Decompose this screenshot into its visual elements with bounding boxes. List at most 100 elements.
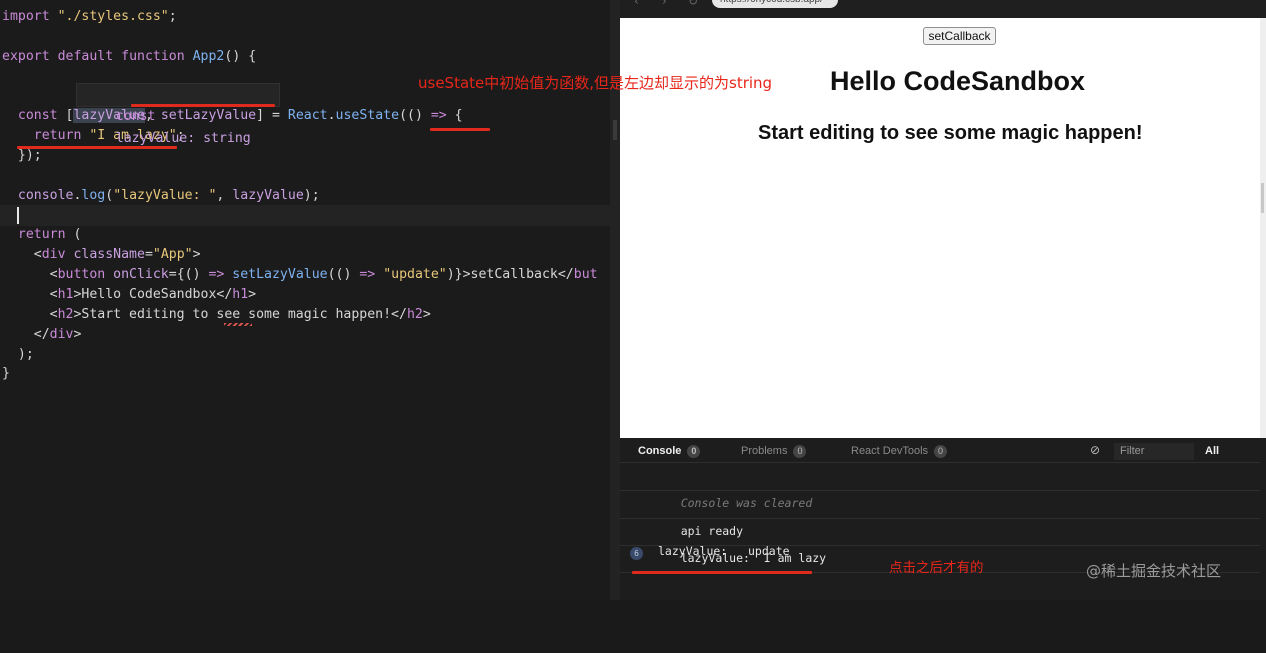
back-icon[interactable]: ‹ <box>634 0 639 8</box>
tab-console-label: Console <box>638 445 682 457</box>
log-level-select[interactable]: All <box>1205 445 1219 457</box>
tab-react-devtools[interactable]: React DevTools 0 <box>851 445 948 458</box>
code-line[interactable]: }); <box>2 146 42 166</box>
code-token: > <box>73 327 82 342</box>
code-line[interactable]: <h1>Hello CodeSandbox</h1> <box>2 285 256 305</box>
code-line[interactable]: </div> <box>2 325 82 345</box>
code-token: setLazyValue <box>160 108 257 123</box>
code-token: => <box>359 267 376 282</box>
code-token: onClick <box>113 267 169 282</box>
code-token: > <box>248 287 257 302</box>
code-line[interactable]: <div className="App"> <box>2 245 201 265</box>
code-token: , <box>216 188 233 203</box>
set-callback-button[interactable]: setCallback <box>923 27 996 45</box>
refresh-icon[interactable]: ↻ <box>688 0 698 8</box>
tooltip-keyword: const <box>115 109 156 124</box>
code-token: > <box>192 247 201 262</box>
code-line[interactable]: ); <box>2 345 34 365</box>
code-token: className <box>73 247 145 262</box>
code-token: console <box>17 188 74 203</box>
tab-console[interactable]: Console 0 <box>638 445 701 458</box>
code-token: }); <box>2 148 42 163</box>
code-token: setLazyValue <box>232 267 328 282</box>
code-token: h2 <box>57 307 74 322</box>
code-token: ] = <box>256 108 288 123</box>
code-token: div <box>41 247 66 262</box>
code-token: h1 <box>57 287 74 302</box>
code-line[interactable]: const [lazyValue, setLazyValue] = React.… <box>2 106 463 126</box>
code-token: ); <box>2 347 34 362</box>
code-token: => <box>208 267 225 282</box>
code-token: return <box>33 128 82 143</box>
code-token: export <box>2 49 50 64</box>
code-token: "App" <box>152 247 193 262</box>
code-token: => <box>430 108 447 123</box>
code-line[interactable]: <button onClick={() => setLazyValue(() =… <box>2 265 598 285</box>
code-token: button <box>57 267 106 282</box>
repeat-count-badge: 6 <box>630 547 643 560</box>
code-token: )}>setCallback</ <box>446 267 574 282</box>
filter-input[interactable]: Filter <box>1114 443 1194 460</box>
code-token: but <box>573 267 598 282</box>
code-token: div <box>49 327 74 342</box>
code-token: . <box>327 108 336 123</box>
tab-react-devtools-count: 0 <box>934 445 948 458</box>
text-cursor <box>17 207 19 224</box>
code-token: h1 <box>232 287 249 302</box>
code-token: lazyValue <box>232 188 304 203</box>
code-token: </ <box>2 327 50 342</box>
code-line[interactable]: console.log("lazyValue: ", lazyValue); <box>2 186 320 206</box>
tab-problems[interactable]: Problems 0 <box>741 445 807 458</box>
tab-problems-label: Problems <box>741 445 788 457</box>
code-line[interactable]: <h2>Start editing to see some magic happ… <box>2 305 431 325</box>
code-token: > <box>422 307 431 322</box>
annotation-underline-type <box>131 104 275 107</box>
code-token: (() <box>327 267 360 282</box>
code-token: [ <box>57 108 74 123</box>
code-token: h2 <box>406 307 423 322</box>
code-line[interactable]: return ( <box>2 225 82 245</box>
annotation-underline-update <box>632 571 812 574</box>
preview-scroll-thumb[interactable] <box>1261 183 1264 213</box>
code-token: ={() <box>168 267 209 282</box>
code-token: ( <box>65 227 82 242</box>
code-token: (() <box>399 108 431 123</box>
code-token: } <box>2 366 10 381</box>
preview-scrollbar[interactable] <box>1260 18 1266 438</box>
code-token: App2 <box>192 49 225 64</box>
spell-check-squiggle <box>224 323 252 326</box>
code-token: >Hello CodeSandbox</ <box>73 287 233 302</box>
browser-toolbar: ‹ › ↻ https://6nyc0d.csb.app/ <box>620 0 1266 18</box>
address-bar[interactable]: https://6nyc0d.csb.app/ <box>712 0 838 8</box>
console-row-text: lazyValue: update <box>658 544 790 558</box>
code-token: < <box>2 307 58 322</box>
code-token: { <box>446 108 463 123</box>
annotation-underline-arrow <box>430 128 490 131</box>
preview-heading: Hello CodeSandbox <box>830 66 1086 96</box>
divider-handle[interactable] <box>613 120 617 140</box>
code-line[interactable]: import "./styles.css"; <box>2 7 177 27</box>
clear-console-icon[interactable]: ⊘ <box>1090 443 1100 457</box>
code-token: import <box>2 9 50 24</box>
tab-problems-count: 0 <box>793 445 807 458</box>
code-token: >Start editing to see some magic happen!… <box>73 307 407 322</box>
code-token: "update" <box>383 267 447 282</box>
code-line[interactable]: } <box>2 364 10 384</box>
console-row: api ready <box>620 491 1260 538</box>
code-token: ( <box>105 188 114 203</box>
preview-subheading: Start editing to see some magic happen! <box>758 122 1143 144</box>
watermark: @稀土掘金技术社区 <box>1086 562 1222 580</box>
forward-icon[interactable]: › <box>662 0 667 8</box>
code-token: return <box>17 227 66 242</box>
tooltip-type: lazyValue: string <box>115 131 251 146</box>
annotation-bottom: 点击之后才有的 <box>889 560 984 576</box>
code-line[interactable]: export default function App2() { <box>2 47 256 67</box>
